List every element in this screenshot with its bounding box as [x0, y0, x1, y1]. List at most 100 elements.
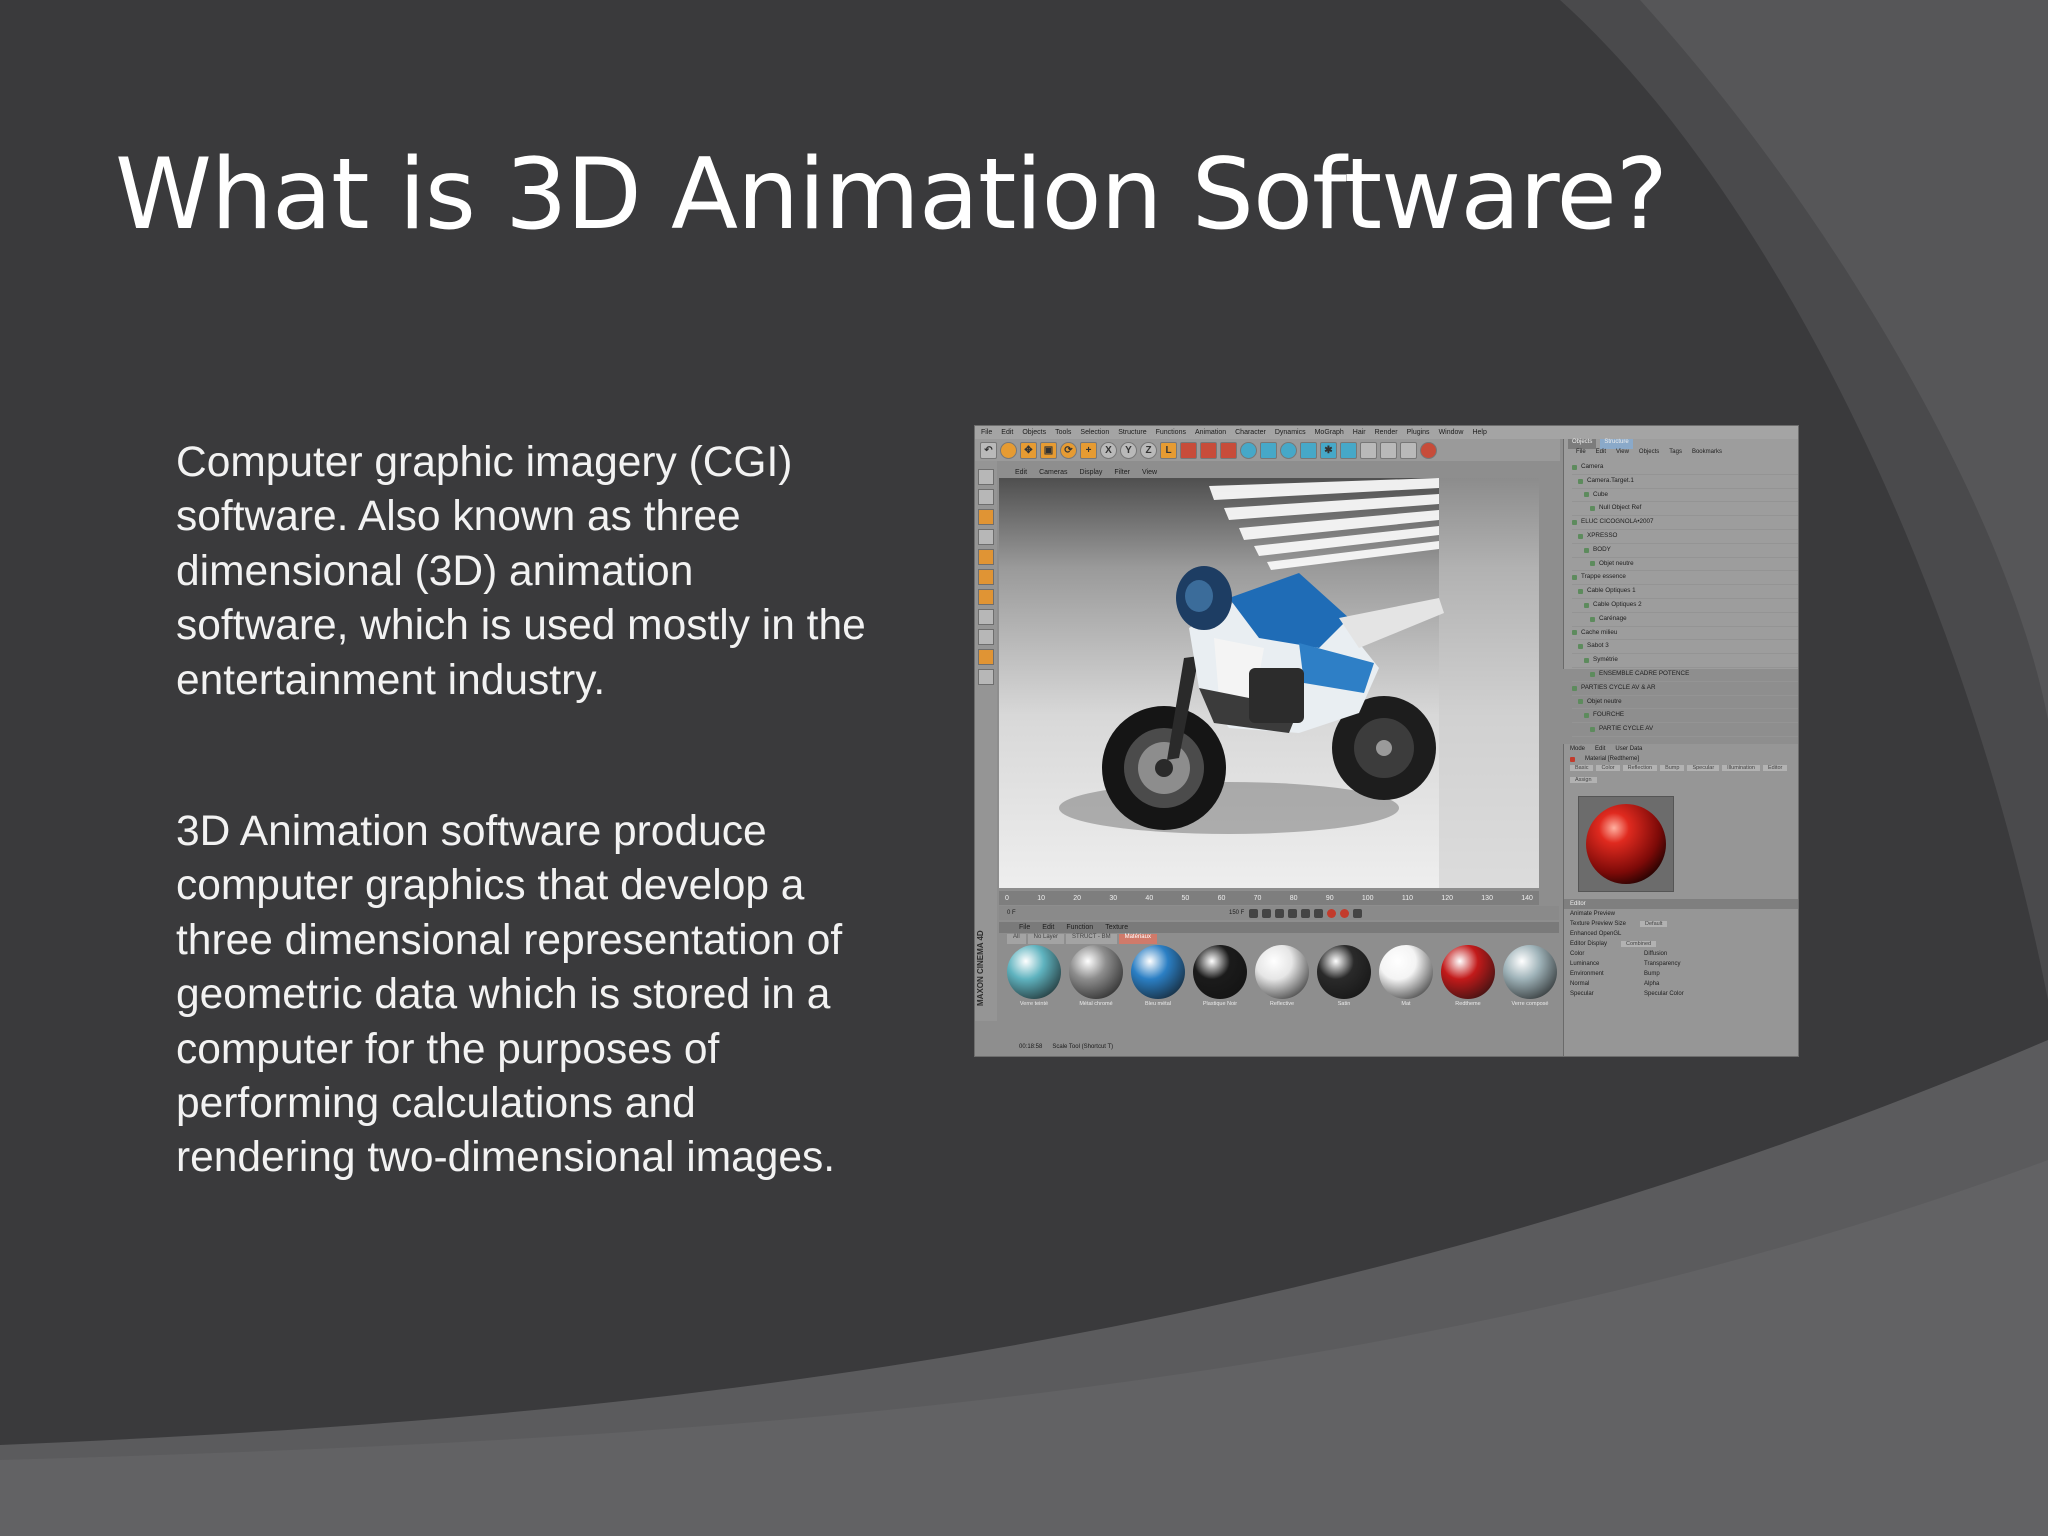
attribute-menu-item[interactable]: User Data [1615, 746, 1642, 752]
viewport-menu-item[interactable]: Display [1079, 469, 1102, 478]
material-item[interactable]: Verre composé [1501, 945, 1559, 1017]
object-menu-item[interactable]: View [1616, 449, 1629, 459]
material-tab[interactable]: All [1007, 934, 1026, 944]
object-tab[interactable]: Objects [1568, 439, 1597, 449]
viewport-menu-item[interactable]: Filter [1114, 469, 1130, 478]
channel-checkbox[interactable]: Color [1570, 951, 1630, 957]
menu-item[interactable]: Dynamics [1275, 429, 1306, 436]
channel-checkbox[interactable]: Luminance [1570, 961, 1630, 967]
attribute-tab[interactable]: Specular [1687, 765, 1720, 772]
menu-item[interactable]: Objects [1022, 429, 1046, 436]
material-menu-item[interactable]: Function [1066, 924, 1093, 931]
material-menu-item[interactable]: File [1019, 924, 1030, 931]
material-item[interactable]: Mat [1377, 945, 1435, 1017]
material-menu-item[interactable]: Texture [1105, 924, 1128, 931]
menu-item[interactable]: Hair [1353, 429, 1366, 436]
editor-setting-value[interactable]: Default [1640, 921, 1668, 927]
object-row[interactable]: BODY [1572, 544, 1798, 558]
attribute-tab[interactable]: Bump [1660, 765, 1685, 772]
menu-item[interactable]: Render [1375, 429, 1398, 436]
object-menu-item[interactable]: Bookmarks [1692, 449, 1722, 459]
object-row[interactable]: Objet neutre [1572, 558, 1798, 572]
object-row[interactable]: FOURCHE [1572, 709, 1798, 724]
material-item[interactable]: Plastique Noir [1191, 945, 1249, 1017]
play-icon[interactable] [1288, 908, 1297, 918]
material-item[interactable]: Métal chromé [1067, 945, 1125, 1017]
attribute-menu-item[interactable]: Edit [1595, 746, 1605, 752]
attribute-tab[interactable]: Illumination [1722, 765, 1760, 772]
menu-item[interactable]: Help [1472, 429, 1486, 436]
object-menu-item[interactable]: Objects [1639, 449, 1659, 459]
object-menu-item[interactable]: Edit [1596, 449, 1606, 459]
editor-setting-row[interactable]: Animate Preview [1564, 909, 1798, 919]
channel-checkbox[interactable]: Alpha [1644, 981, 1704, 987]
menu-item[interactable]: Structure [1118, 429, 1146, 436]
object-row[interactable]: Camera [1572, 461, 1798, 475]
object-row[interactable]: ELUC CICOGNOLA•2007 [1572, 516, 1798, 530]
menu-item[interactable]: Window [1439, 429, 1464, 436]
keyframe-icon[interactable] [1353, 908, 1362, 918]
prev-frame-icon[interactable] [1262, 908, 1271, 918]
goto-start-icon[interactable] [1249, 908, 1258, 918]
viewport-menu-item[interactable]: Cameras [1039, 469, 1067, 478]
channel-checkbox[interactable]: Diffusion [1644, 951, 1704, 957]
editor-setting-row[interactable]: Enhanced OpenGL [1564, 929, 1798, 939]
material-item[interactable]: Verre teinté [1005, 945, 1063, 1017]
object-tab[interactable]: Structure [1600, 439, 1633, 449]
editor-setting-value[interactable]: Combined [1621, 941, 1657, 947]
material-item[interactable]: Bleu métal [1129, 945, 1187, 1017]
object-menu-item[interactable]: File [1576, 449, 1586, 459]
channel-checkbox[interactable]: Environment [1570, 971, 1630, 977]
channel-checkbox[interactable]: Transparency [1644, 961, 1704, 967]
object-row[interactable]: Carénage [1572, 613, 1798, 627]
menu-item[interactable]: Edit [1001, 429, 1013, 436]
material-tab[interactable]: No Layer [1027, 934, 1065, 944]
object-row[interactable]: Sabot 3 [1572, 640, 1798, 655]
timeline-ruler[interactable]: 0 10 20 30 40 50 60 70 80 90 100 110 120 130 140 [999, 891, 1539, 905]
editor-setting-row[interactable]: Editor Display Combined [1564, 939, 1798, 949]
attribute-tab[interactable]: Reflection [1622, 765, 1658, 772]
object-menu-item[interactable]: Tags [1669, 449, 1682, 459]
material-item[interactable]: Satin [1315, 945, 1373, 1017]
object-row[interactable]: XPRESSO [1572, 530, 1798, 544]
material-item[interactable]: Reflective [1253, 945, 1311, 1017]
channel-checkbox[interactable]: Bump [1644, 971, 1704, 977]
menu-item[interactable]: Functions [1156, 429, 1186, 436]
channel-checkbox[interactable]: Specular Color [1644, 991, 1704, 997]
attribute-menu-item[interactable]: Mode [1570, 746, 1585, 752]
menu-item[interactable]: Selection [1080, 429, 1109, 436]
goto-end-icon[interactable] [1314, 908, 1323, 918]
record-icon[interactable] [1327, 908, 1336, 918]
object-row[interactable]: Cache milieu [1572, 627, 1798, 641]
editor-setting-row[interactable]: Texture Preview Size Default [1564, 919, 1798, 929]
menu-item[interactable]: File [981, 429, 992, 436]
object-row[interactable]: PARTIE CYCLE AV [1572, 723, 1798, 737]
viewport-menu-item[interactable]: Edit [1015, 469, 1027, 478]
object-row[interactable]: Objet neutre [1572, 696, 1798, 710]
attribute-tab[interactable]: Color [1596, 765, 1620, 772]
attribute-tab[interactable]: Basic [1570, 765, 1594, 772]
object-row[interactable]: Cable Optiques 2 [1572, 599, 1798, 613]
object-row[interactable]: Symétrie [1572, 654, 1798, 668]
channel-checkbox[interactable]: Specular [1570, 991, 1630, 997]
material-item[interactable]: Redtheme [1439, 945, 1497, 1017]
menu-item[interactable]: Plugins [1407, 429, 1430, 436]
viewport-menu-item[interactable]: View [1142, 469, 1157, 478]
attribute-tab[interactable]: Editor [1763, 765, 1788, 772]
menu-item[interactable]: MoGraph [1315, 429, 1344, 436]
menu-item[interactable]: Tools [1055, 429, 1071, 436]
attribute-tab[interactable]: Assign [1570, 776, 1597, 783]
object-row[interactable]: PARTIES CYCLE AV & AR [1572, 682, 1798, 696]
object-row[interactable]: Null Object Ref [1572, 502, 1798, 517]
next-frame-icon[interactable] [1301, 908, 1310, 918]
object-row[interactable]: Cube [1572, 489, 1798, 503]
object-row[interactable]: Trappe essence [1572, 571, 1798, 586]
object-row[interactable]: Camera.Target.1 [1572, 475, 1798, 489]
material-tab[interactable]: Matériaux [1118, 934, 1157, 944]
channel-checkbox[interactable]: Normal [1570, 981, 1630, 987]
material-menu-item[interactable]: Edit [1042, 924, 1054, 931]
object-row[interactable]: ENSEMBLE CADRE POTENCE [1572, 668, 1798, 682]
play-back-icon[interactable] [1275, 908, 1284, 918]
object-row[interactable]: Cable Optiques 1 [1572, 585, 1798, 599]
menu-item[interactable]: Animation [1195, 429, 1226, 436]
